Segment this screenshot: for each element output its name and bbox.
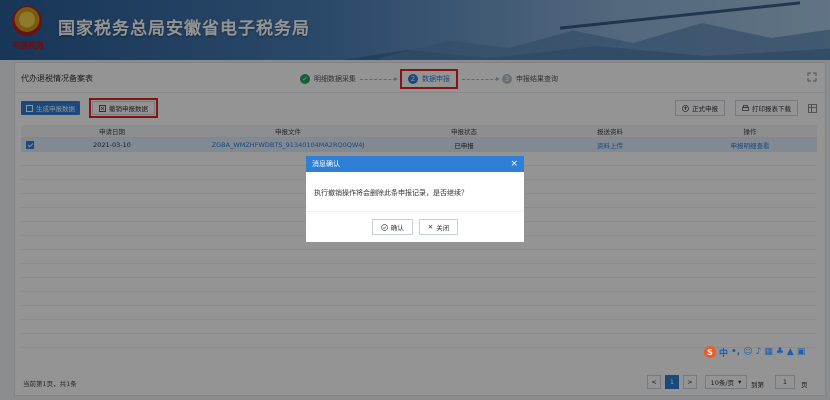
emoji-icon[interactable]: ☺ bbox=[743, 347, 752, 357]
confirm-button[interactable]: 确认 bbox=[371, 219, 413, 235]
sogou-logo-icon[interactable]: S bbox=[704, 346, 716, 358]
close-button[interactable]: ✕ 关闭 bbox=[418, 219, 459, 235]
close-icon: ✕ bbox=[427, 223, 434, 231]
skin-icon[interactable]: ♣ bbox=[776, 347, 784, 357]
confirm-dialog: 消息确认 × 执行撤销操作将会删除此条申报记录，是否继续？ 确认 ✕ 关闭 bbox=[306, 156, 524, 242]
dialog-message: 执行撤销操作将会删除此条申报记录，是否继续？ bbox=[306, 172, 524, 212]
button-label: 关闭 bbox=[436, 224, 450, 232]
grid-icon[interactable]: ▣ bbox=[797, 347, 806, 357]
dialog-title: 消息确认 bbox=[312, 160, 340, 168]
keyboard-icon[interactable]: ▦ bbox=[764, 347, 773, 357]
check-circle-icon bbox=[380, 223, 388, 231]
language-indicator[interactable]: 中 bbox=[719, 346, 728, 359]
shirt-icon[interactable]: ▲ bbox=[787, 347, 794, 357]
punctuation-icon[interactable]: •, bbox=[731, 347, 740, 357]
close-icon[interactable]: × bbox=[510, 159, 518, 169]
microphone-icon[interactable]: ♪ bbox=[756, 347, 762, 357]
dialog-footer: 确认 ✕ 关闭 bbox=[306, 212, 524, 235]
ime-toolbar[interactable]: S 中 •, ☺ ♪ ▦ ♣ ▲ ▣ bbox=[704, 345, 805, 359]
button-label: 确认 bbox=[390, 224, 404, 232]
dialog-header: 消息确认 × bbox=[306, 156, 524, 172]
